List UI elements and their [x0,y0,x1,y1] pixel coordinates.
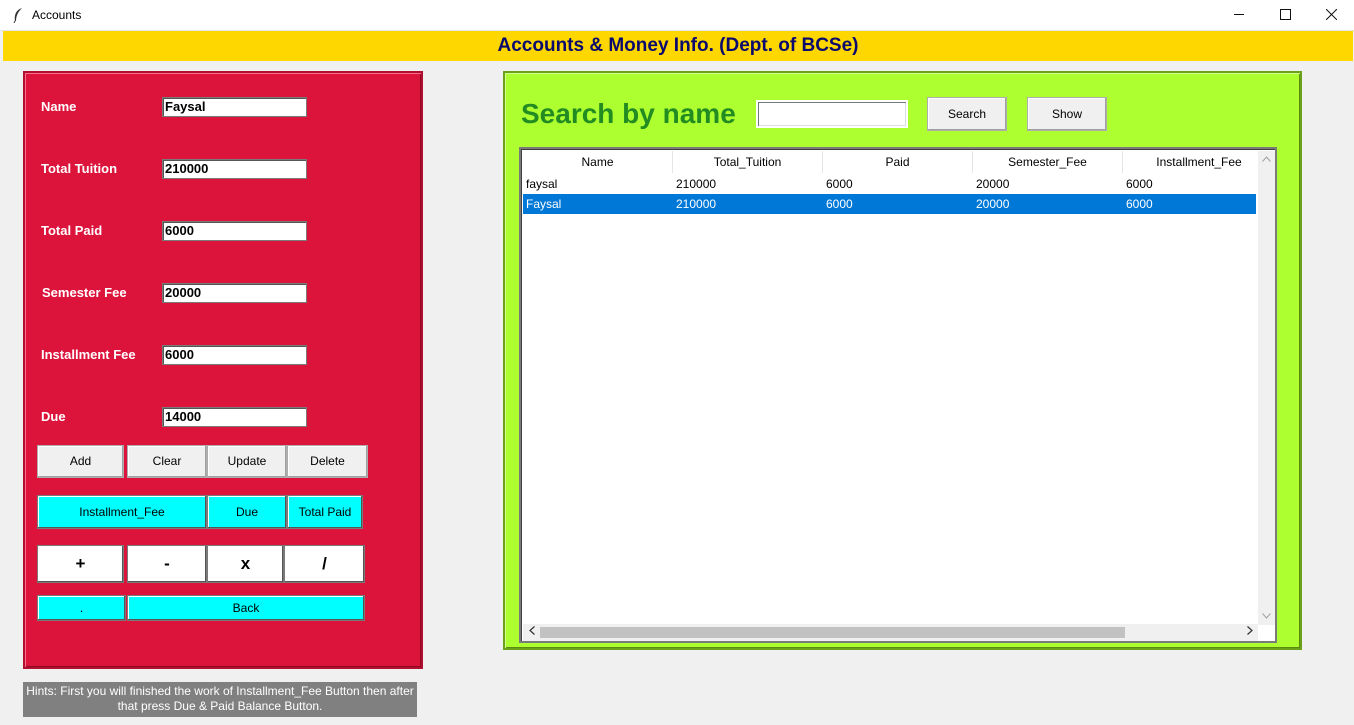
delete-button[interactable]: Delete [287,445,368,478]
search-heading: Search by name [521,98,736,129]
cell-installment-fee: 6000 [1126,177,1153,191]
column-header-total-tuition[interactable]: Total_Tuition [673,151,823,173]
total-paid-field[interactable]: 6000 [162,221,307,241]
installment-fee-field[interactable]: 6000 [162,345,307,365]
semester-fee-label: Semester Fee [42,285,127,300]
table-row[interactable]: faysal 210000 6000 20000 6000 [523,174,1256,194]
update-button[interactable]: Update [207,445,287,478]
column-header-name[interactable]: Name [523,151,673,173]
show-button[interactable]: Show [1027,97,1107,131]
cell-total-tuition: 210000 [676,177,717,191]
maximize-icon [1279,8,1291,24]
name-field[interactable]: Faysal [162,97,307,117]
total-paid-button[interactable]: Total Paid [287,495,363,529]
clear-button[interactable]: Clear [127,445,207,478]
total-paid-label: Total Paid [41,223,103,238]
cell-semester-fee: 20000 [976,177,1010,191]
scroll-left-icon[interactable] [523,624,540,641]
cell-installment-fee: 6000 [1126,197,1153,211]
due-label: Due [41,409,66,424]
semester-fee-field[interactable]: 20000 [162,283,307,303]
horizontal-scrollbar[interactable] [523,624,1258,641]
maximize-button[interactable] [1262,0,1308,30]
due-field[interactable]: 14000 [162,407,307,427]
vertical-scrollbar[interactable] [1258,151,1275,625]
hint-line-1: Hints: First you will finished the work … [26,684,414,698]
minimize-button[interactable] [1216,0,1262,30]
minus-button[interactable]: - [127,545,207,583]
horizontal-scroll-thumb[interactable] [540,627,1125,638]
page-title: Accounts & Money Info. (Dept. of BCSe) [3,31,1353,61]
cell-name: Faysal [526,197,562,211]
scroll-up-icon[interactable] [1258,151,1275,168]
search-button[interactable]: Search [927,97,1007,131]
cell-paid: 6000 [826,177,853,191]
feather-icon [12,7,26,24]
cell-paid: 6000 [826,197,853,211]
plus-button[interactable]: + [37,545,124,583]
hint-text: Hints: First you will finished the work … [23,682,417,717]
total-tuition-field[interactable]: 210000 [162,159,307,179]
cell-total-tuition: 210000 [676,197,717,211]
column-header-installment-fee[interactable]: Installment_Fee [1123,151,1275,173]
add-button[interactable]: Add [37,445,124,478]
scroll-down-icon[interactable] [1258,608,1275,625]
table-row-selected[interactable]: Faysal 210000 6000 20000 6000 [523,194,1256,214]
search-panel: Search by name Search Show Name Total_Tu… [503,71,1302,650]
multiply-button[interactable]: x [207,545,284,583]
close-icon [1325,8,1337,24]
back-button[interactable]: Back [127,595,365,621]
installment-fee-button[interactable]: Installment_Fee [37,495,207,529]
dot-button[interactable]: . [37,595,126,621]
column-header-semester-fee[interactable]: Semester_Fee [973,151,1123,173]
minimize-icon [1233,8,1245,24]
installment-fee-label: Installment Fee [41,347,136,362]
name-label: Name [41,99,77,114]
column-header-paid[interactable]: Paid [823,151,973,173]
close-button[interactable] [1308,0,1354,30]
window-titlebar: Accounts [0,0,1354,31]
total-tuition-label: Total Tuition [41,161,118,176]
account-form-panel: Name Faysal Total Tuition 210000 Total P… [23,71,423,669]
search-input[interactable] [756,100,908,128]
table-header: Name Total_Tuition Paid Semester_Fee Ins… [523,151,1256,173]
cell-semester-fee: 20000 [976,197,1010,211]
window-title: Accounts [32,8,82,22]
records-table[interactable]: Name Total_Tuition Paid Semester_Fee Ins… [519,147,1277,643]
scroll-right-icon[interactable] [1241,624,1258,641]
hint-line-2: that press Due & Paid Balance Button. [117,699,323,713]
due-button[interactable]: Due [207,495,287,529]
cell-name: faysal [526,177,558,191]
divide-button[interactable]: / [284,545,365,583]
